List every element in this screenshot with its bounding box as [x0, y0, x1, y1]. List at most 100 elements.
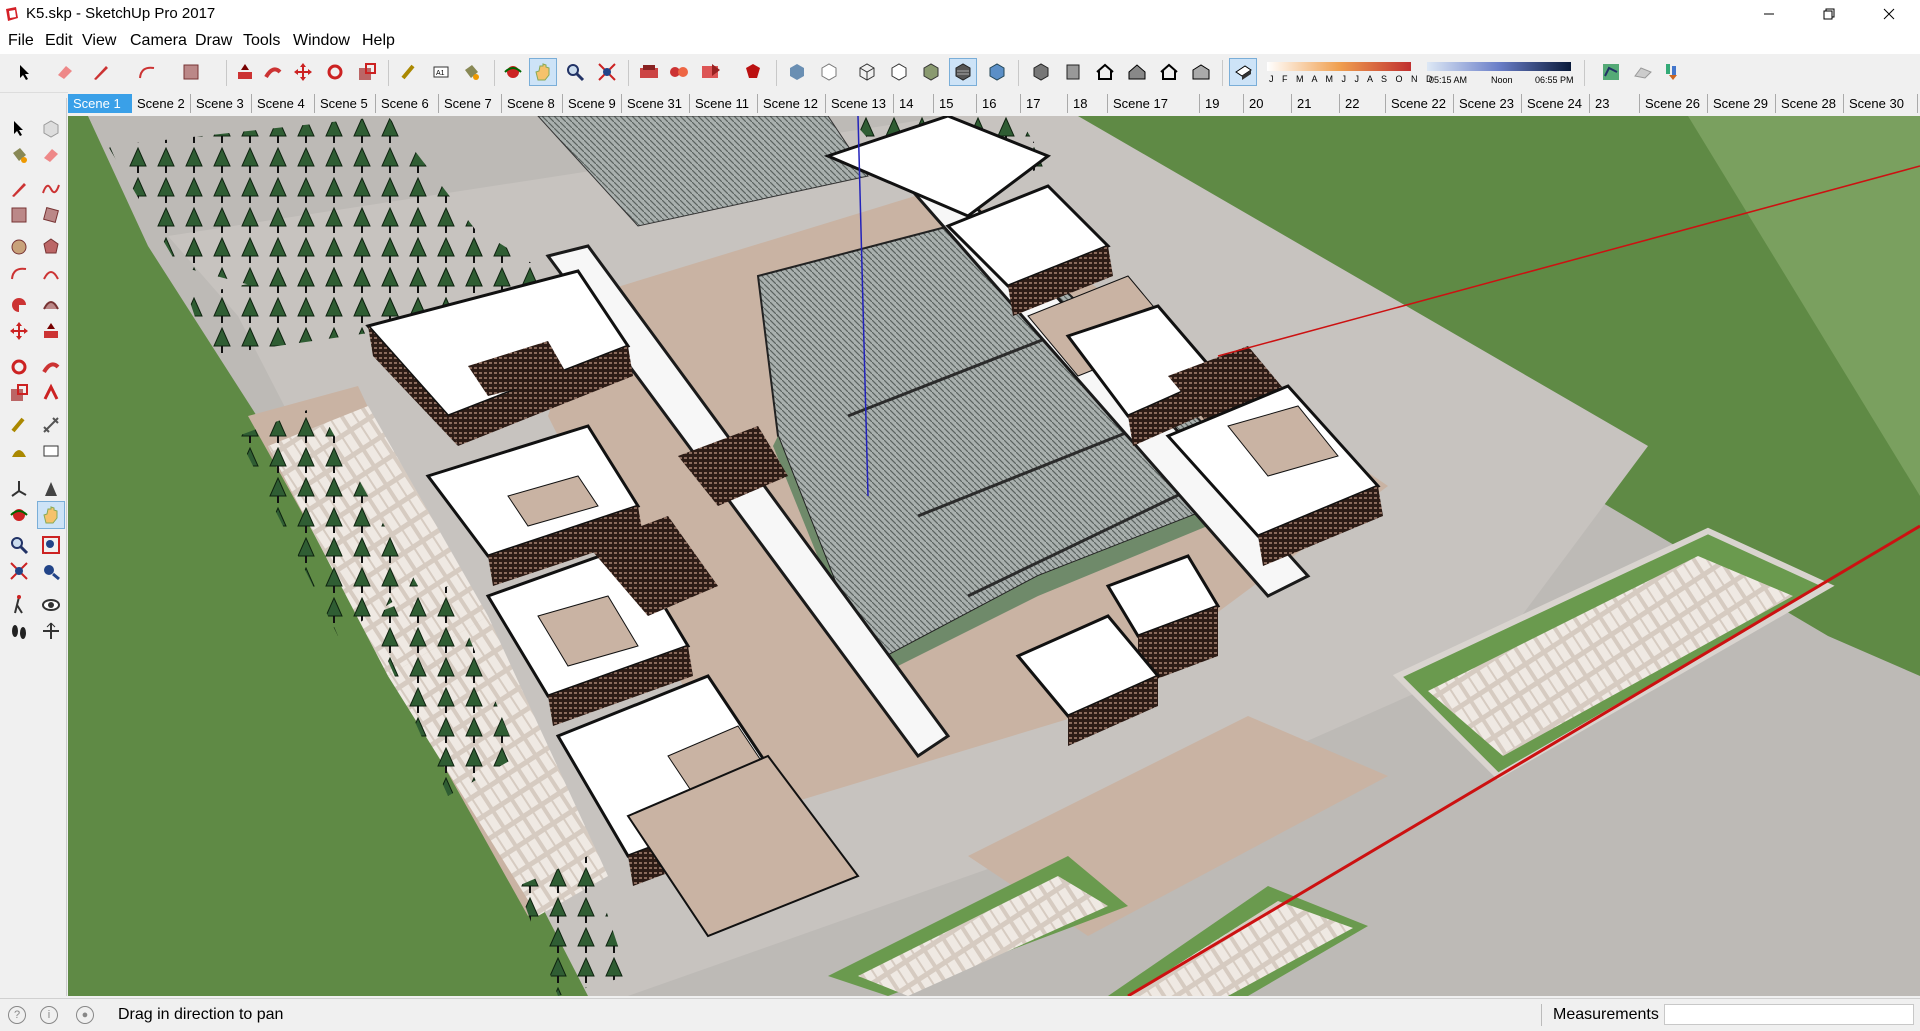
menu-window[interactable]: Window — [293, 32, 350, 50]
measurements-input[interactable] — [1664, 1004, 1914, 1025]
scene-tab[interactable]: Scene 26 — [1640, 94, 1708, 113]
scene-tab[interactable]: Scene 29 — [1708, 94, 1776, 113]
front-view-button[interactable] — [1092, 59, 1118, 85]
scene-tab[interactable]: Scene 22 — [1386, 94, 1454, 113]
3d-text-tool-button[interactable] — [38, 476, 64, 502]
paint-tool-button[interactable] — [458, 59, 484, 85]
back-view-button[interactable] — [1156, 59, 1182, 85]
zoom-tool-button[interactable] — [6, 532, 32, 558]
components-button[interactable] — [666, 59, 692, 85]
close-button[interactable] — [1866, 0, 1912, 28]
shaded-textures-style-button[interactable] — [949, 58, 977, 86]
menu-view[interactable]: View — [82, 32, 116, 50]
zoom-window-tool-button[interactable] — [38, 532, 64, 558]
follow-me-tool-button[interactable] — [38, 354, 64, 380]
scene-tab[interactable]: Scene 8 — [502, 94, 563, 113]
pencil-tool-button[interactable] — [88, 59, 114, 85]
eraser-tool-button[interactable] — [52, 59, 78, 85]
eraser-tool-button[interactable] — [38, 142, 64, 168]
scene-tab[interactable]: 19 — [1200, 94, 1244, 113]
menu-camera[interactable]: Camera — [130, 32, 187, 50]
shadow-time-slider[interactable]: 05:15 AM Noon 06:55 PM — [1425, 60, 1575, 88]
pushpull-tool-button[interactable] — [232, 59, 258, 85]
iso-view-button[interactable] — [1028, 59, 1054, 85]
position-camera-tool-button[interactable] — [38, 558, 64, 584]
share-model-button[interactable] — [698, 59, 724, 85]
back-edges-style-button[interactable] — [816, 59, 842, 85]
photo-textures-button[interactable] — [1660, 59, 1686, 85]
rotated-rectangle-tool-button[interactable] — [38, 202, 64, 228]
scene-tab[interactable]: 14 — [894, 94, 934, 113]
credits-icon[interactable]: i — [40, 1006, 58, 1024]
rectangle-tool-button[interactable] — [6, 202, 32, 228]
three-point-arc-tool-button[interactable] — [38, 292, 64, 318]
scene-tab[interactable]: 17 — [1021, 94, 1068, 113]
pie-tool-button[interactable] — [6, 292, 32, 318]
scene-tab[interactable]: Scene 13 — [826, 94, 894, 113]
offset-tool-button[interactable] — [38, 380, 64, 406]
scene-tab[interactable]: Scene 9 — [563, 94, 622, 113]
add-location-button[interactable] — [1598, 59, 1624, 85]
hidden-line-style-button[interactable] — [886, 59, 912, 85]
monochrome-style-button[interactable] — [984, 59, 1010, 85]
scene-tab[interactable]: 20 — [1244, 94, 1292, 113]
freehand-tool-button[interactable] — [38, 176, 64, 202]
scene-tab[interactable]: Scene 31 — [622, 94, 690, 113]
scene-tab[interactable]: Scene 5 — [315, 94, 376, 113]
scene-tab[interactable]: 15 — [934, 94, 977, 113]
zoom-extents-button[interactable] — [594, 59, 620, 85]
section-plane-tool-button[interactable] — [38, 618, 64, 644]
tape-measure-tool-button[interactable] — [6, 412, 32, 438]
menu-tools[interactable]: Tools — [243, 32, 280, 50]
pan-tool-button[interactable] — [529, 58, 557, 86]
scene-tab[interactable]: 18 — [1068, 94, 1108, 113]
scene-tab[interactable]: Scene 11 — [690, 94, 758, 113]
rotate-tool-button[interactable] — [322, 59, 348, 85]
followme-tool-button[interactable] — [260, 59, 286, 85]
scene-tab[interactable]: 16 — [977, 94, 1021, 113]
top-view-button[interactable] — [1060, 59, 1086, 85]
restore-button[interactable] — [1806, 0, 1852, 28]
polygon-tool-button[interactable] — [38, 234, 64, 260]
scene-tab[interactable]: Scene 12 — [758, 94, 826, 113]
tape-tool-button[interactable] — [396, 59, 422, 85]
scene-tab[interactable]: Scene 24 — [1522, 94, 1590, 113]
scene-tab[interactable]: Scene 4 — [252, 94, 315, 113]
scene-tab[interactable]: Scene 28 — [1776, 94, 1844, 113]
user-account-icon[interactable]: ● — [76, 1006, 94, 1024]
line-tool-button[interactable] — [6, 176, 32, 202]
circle-tool-button[interactable] — [6, 234, 32, 260]
dimension-tool-button[interactable] — [38, 412, 64, 438]
scene-tab[interactable]: 23 — [1590, 94, 1640, 113]
minimize-button[interactable] — [1746, 0, 1792, 28]
scene-tab[interactable]: Scene 1 — [68, 94, 132, 113]
pan-tool-button[interactable] — [37, 501, 65, 529]
toggle-terrain-button[interactable] — [1630, 59, 1656, 85]
left-view-button[interactable] — [1188, 59, 1214, 85]
select-tool-button[interactable] — [12, 59, 38, 85]
text-tool-button[interactable] — [38, 438, 64, 464]
axes-tool-button[interactable] — [6, 476, 32, 502]
warehouse-button[interactable] — [636, 59, 662, 85]
rectangle-tool-button[interactable] — [178, 59, 204, 85]
pushpull-tool-button[interactable] — [38, 318, 64, 344]
scene-tab[interactable]: Scene 30 — [1844, 94, 1918, 113]
xray-style-button[interactable] — [784, 59, 810, 85]
shaded-style-button[interactable] — [918, 59, 944, 85]
walk-tool-button[interactable] — [6, 592, 32, 618]
shadows-toggle-button[interactable] — [1229, 58, 1257, 86]
arc-tool-button[interactable] — [134, 59, 160, 85]
model-viewport[interactable] — [68, 116, 1920, 996]
scene-tab[interactable]: 22 — [1340, 94, 1386, 113]
scene-tab[interactable]: Scene 23 — [1454, 94, 1522, 113]
scale-tool-button[interactable] — [6, 380, 32, 406]
look-around-tool-button[interactable] — [38, 592, 64, 618]
menu-file[interactable]: File — [8, 32, 34, 50]
scale-tool-button[interactable] — [354, 59, 380, 85]
geo-status-icon[interactable]: ? — [8, 1006, 26, 1024]
arc-tool-button[interactable] — [6, 260, 32, 286]
menu-draw[interactable]: Draw — [195, 32, 232, 50]
two-point-arc-tool-button[interactable] — [38, 260, 64, 286]
select-tool-button[interactable] — [6, 116, 32, 142]
orbit-tool-button[interactable] — [500, 59, 526, 85]
